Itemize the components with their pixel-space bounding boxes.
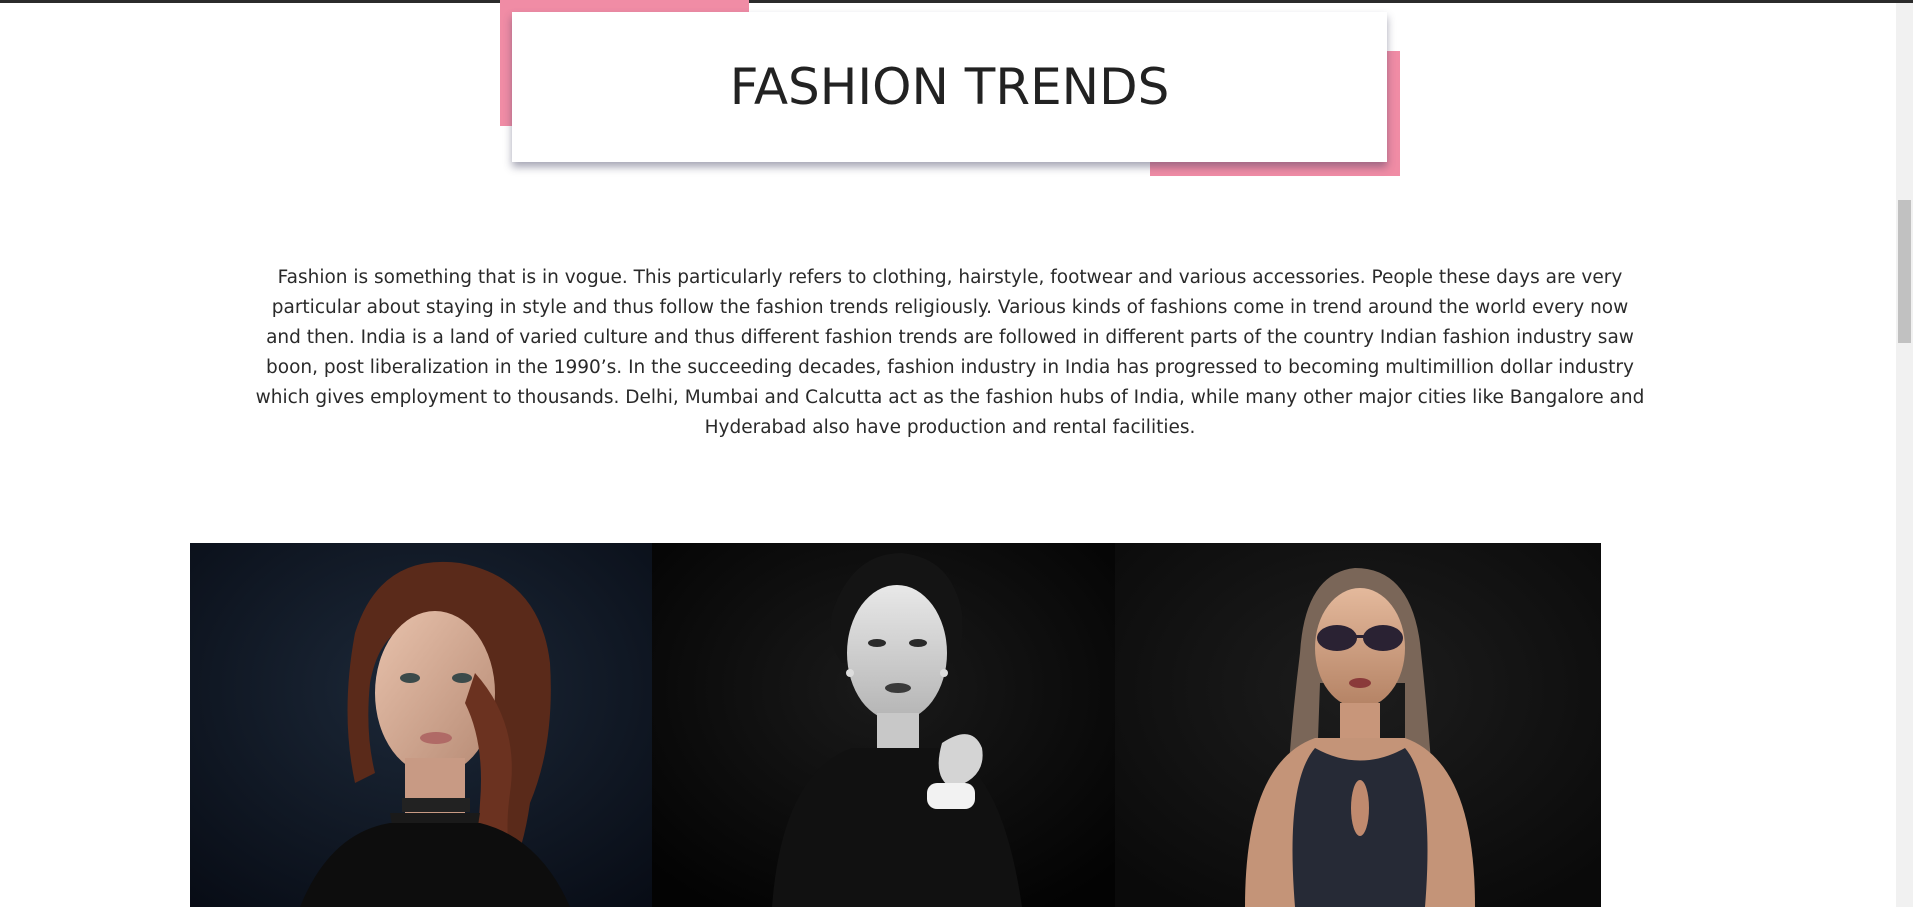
- bw-portrait-image: [652, 543, 1115, 907]
- woman-portrait-image: [190, 543, 652, 907]
- intro-paragraph: Fashion is something that is in vogue. T…: [255, 267, 1645, 438]
- gallery-photo-1[interactable]: [190, 543, 652, 907]
- scrollbar-thumb[interactable]: [1898, 200, 1911, 343]
- title-card: FASHION TRENDS: [512, 12, 1387, 162]
- gallery-photo-2[interactable]: [652, 543, 1115, 907]
- vertical-scrollbar[interactable]: [1896, 3, 1913, 907]
- page: FASHION TRENDS Fashion is something that…: [0, 0, 1913, 907]
- gallery-photo-3[interactable]: [1115, 543, 1601, 907]
- window-top-border: [0, 0, 1913, 3]
- sunglasses-portrait-image: [1115, 543, 1601, 907]
- photo-gallery: [190, 543, 1601, 907]
- page-title: FASHION TRENDS: [729, 58, 1170, 116]
